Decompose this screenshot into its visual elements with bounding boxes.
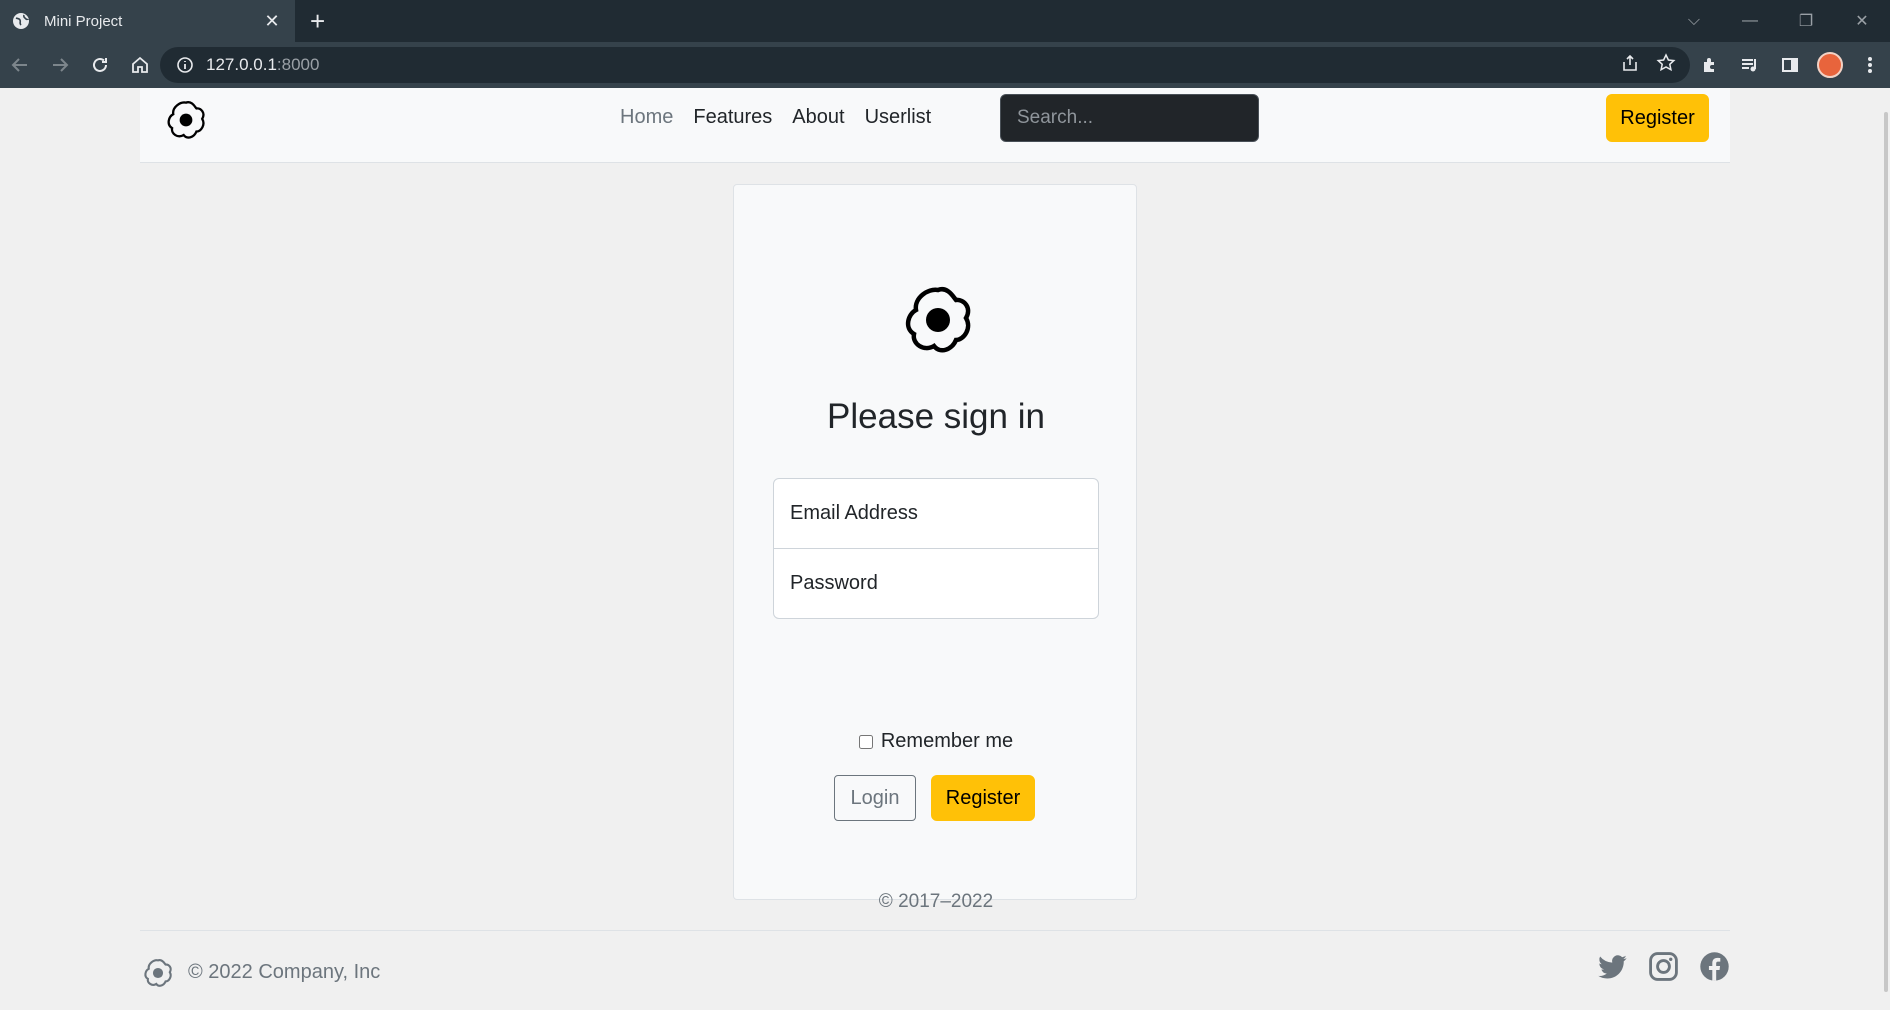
page-scrollbar[interactable] (1880, 88, 1890, 1010)
site-navbar: Home Features About Userlist Register (140, 88, 1730, 163)
media-queue-icon[interactable] (1730, 45, 1770, 85)
footer-copyright: © 2022 Company, Inc (188, 961, 381, 983)
site-footer: © 2022 Company, Inc (140, 930, 1730, 1010)
browser-toolbar: 127.0.0.1:8000 (0, 42, 1890, 88)
new-tab-icon[interactable]: + (310, 8, 325, 34)
window-close-icon[interactable]: ✕ (1834, 11, 1890, 31)
signin-card: Please sign in Remember me Login Registe… (733, 184, 1138, 912)
share-icon[interactable] (1620, 53, 1640, 78)
signin-logo-icon (900, 282, 976, 358)
signin-buttons: Login Register (834, 775, 1035, 821)
footer-logo-icon[interactable] (142, 957, 174, 989)
signin-copyright: © 2017–2022 (878, 891, 994, 912)
forward-icon[interactable] (40, 45, 80, 85)
url-port: :8000 (276, 55, 320, 74)
login-button[interactable]: Login (834, 775, 916, 821)
facebook-icon[interactable] (1699, 951, 1730, 982)
side-panel-icon[interactable] (1770, 45, 1810, 85)
register-button[interactable]: Register (931, 775, 1035, 821)
remember-me: Remember me (734, 730, 1138, 753)
instagram-icon[interactable] (1648, 951, 1679, 982)
remember-me-checkbox[interactable] (858, 734, 873, 749)
remember-me-label: Remember me (880, 730, 1014, 752)
twitter-icon[interactable] (1597, 951, 1628, 982)
address-actions (1620, 47, 1676, 83)
menu-kebab-icon[interactable] (1850, 45, 1890, 85)
profile-avatar[interactable] (1810, 45, 1850, 85)
nav-link-userlist[interactable]: Userlist (865, 106, 932, 129)
globe-icon (12, 12, 30, 30)
tab-title: Mini Project (44, 12, 123, 30)
site-info-icon[interactable] (176, 56, 194, 74)
scrollbar-thumb[interactable] (1884, 112, 1888, 992)
signin-title: Please sign in (827, 397, 1045, 436)
minimize-icon[interactable]: — (1722, 12, 1778, 30)
restore-icon[interactable]: ❐ (1778, 11, 1834, 31)
email-field[interactable] (773, 478, 1099, 549)
social-links (1597, 951, 1730, 982)
nav-link-features[interactable]: Features (693, 106, 772, 129)
address-url: 127.0.0.1:8000 (206, 55, 319, 75)
password-field[interactable] (773, 548, 1099, 619)
nav-links: Home Features About Userlist (620, 106, 931, 129)
address-bar[interactable]: 127.0.0.1:8000 (160, 47, 1690, 83)
toolbar-right (1690, 42, 1890, 88)
window-controls: ⌵ — ❐ ✕ (1666, 0, 1890, 42)
back-icon[interactable] (0, 45, 40, 85)
search-input[interactable] (1000, 94, 1259, 142)
page-viewport: Home Features About Userlist Register Pl… (0, 88, 1890, 1010)
brand-logo-icon[interactable] (164, 98, 208, 142)
nav-link-about[interactable]: About (792, 106, 844, 129)
browser-tabstrip: Mini Project ✕ + ⌵ — ❐ ✕ (0, 0, 1890, 42)
home-icon[interactable] (120, 45, 160, 85)
tab-search-icon[interactable]: ⌵ (1666, 12, 1722, 30)
url-host: 127.0.0.1 (206, 55, 277, 74)
reload-icon[interactable] (80, 45, 120, 85)
nav-link-home[interactable]: Home (620, 106, 673, 129)
navbar-register-button[interactable]: Register (1606, 94, 1709, 142)
close-tab-icon[interactable]: ✕ (261, 11, 283, 32)
browser-tab[interactable]: Mini Project ✕ (0, 0, 295, 42)
extensions-icon[interactable] (1690, 45, 1730, 85)
bookmark-star-icon[interactable] (1656, 52, 1676, 78)
signin-form (773, 478, 1099, 619)
avatar (1817, 52, 1843, 78)
